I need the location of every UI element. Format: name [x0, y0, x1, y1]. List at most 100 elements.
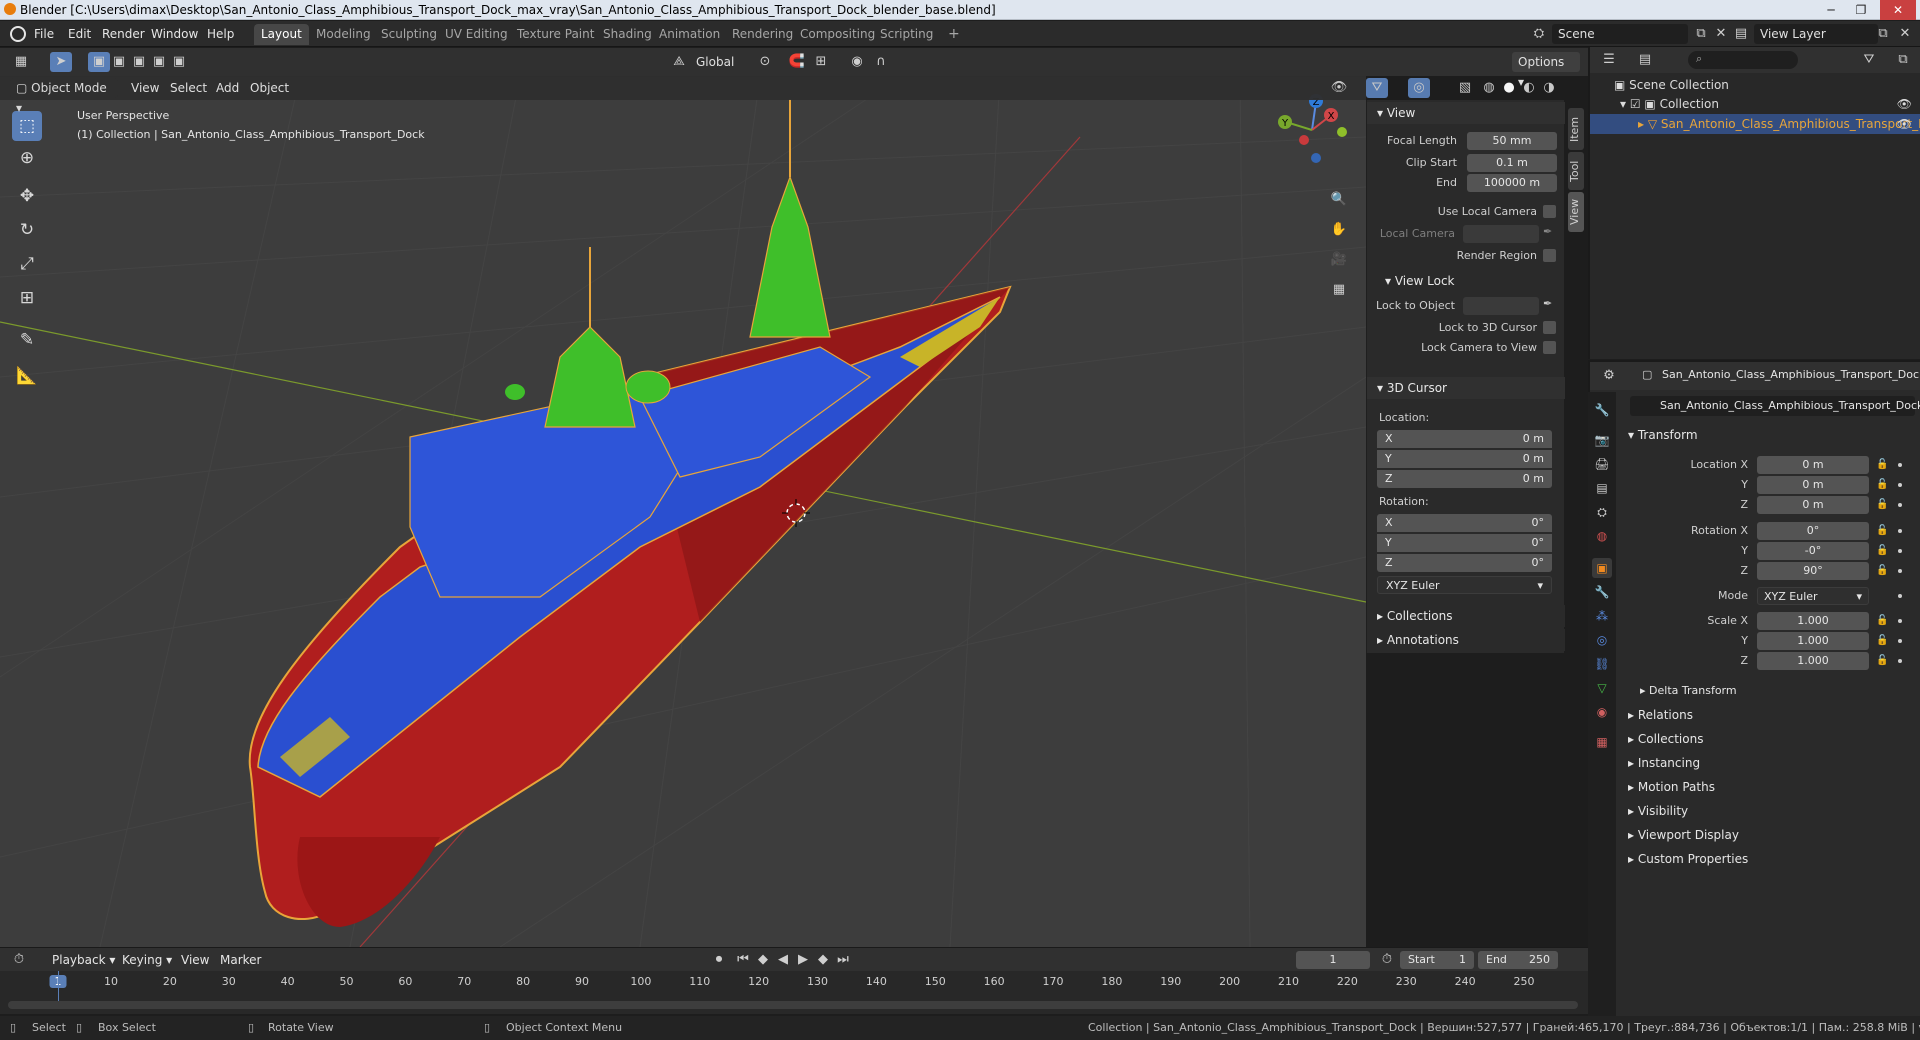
workspace-tab-uv-editing[interactable]: UV Editing	[438, 24, 515, 45]
select-mode-subtract-icon[interactable]: ▣	[128, 52, 150, 72]
preview-range-icon[interactable]: ⏱	[1376, 950, 1398, 970]
scene-icon[interactable]: ⛭	[1528, 24, 1550, 44]
ship-model[interactable]	[0, 77, 1366, 947]
panel-relations[interactable]: ▸ Relations	[1618, 704, 1918, 726]
lock-icon[interactable]: 🔓	[1876, 635, 1888, 647]
prev-keyframe-icon[interactable]: ◆	[752, 950, 774, 970]
delete-scene-icon[interactable]: ✕	[1710, 24, 1732, 44]
scene-selector[interactable]: Scene	[1552, 24, 1688, 44]
menu-file[interactable]: File	[34, 25, 54, 43]
lock-icon[interactable]: 🔓	[1876, 479, 1888, 491]
navigation-gizmo[interactable]: Z X Y	[1272, 90, 1352, 170]
workspace-tab-shading[interactable]: Shading	[596, 24, 659, 45]
cursor-tool[interactable]: ⊕	[12, 143, 42, 173]
rotate-tool[interactable]: ↻	[12, 215, 42, 245]
animate-property-icon[interactable]	[1898, 483, 1902, 487]
animate-property-icon[interactable]	[1898, 594, 1902, 598]
play-icon[interactable]: ▶	[792, 950, 814, 970]
snap-target-icon[interactable]: ⊞	[810, 52, 832, 72]
select-mode-intersect-icon[interactable]: ▣	[168, 52, 190, 72]
timeline-area[interactable]: 1102030405060708090100110120130140150160…	[0, 971, 1588, 1014]
jump-start-icon[interactable]: ⏮	[732, 950, 754, 970]
outliner-object-row[interactable]: ▸ ▽ San_Antonio_Class_Amphibious_Transpo…	[1590, 114, 1920, 134]
orientation-dropdown[interactable]: Global ▾	[690, 52, 746, 89]
annotations-section-header[interactable]: ▸ Annotations	[1367, 629, 1565, 651]
display-mode-icon[interactable]: ▤	[1634, 50, 1656, 70]
view-layer-tab-icon[interactable]: ▤	[1592, 478, 1612, 498]
cursor-location-y-field[interactable]: Y 0 m	[1377, 450, 1552, 468]
proportional-falloff-icon[interactable]: ∩	[870, 52, 892, 72]
menu-window[interactable]: Window	[151, 25, 198, 43]
timeline-menu-view[interactable]: View	[181, 951, 209, 969]
material-tab-icon[interactable]: ◉	[1592, 702, 1612, 722]
cursor-location-z-field[interactable]: Z 0 m	[1377, 470, 1552, 488]
animate-property-icon[interactable]	[1898, 569, 1902, 573]
animate-property-icon[interactable]	[1898, 463, 1902, 467]
workspace-tab-sculpting[interactable]: Sculpting	[374, 24, 444, 45]
particles-tab-icon[interactable]: ⁂	[1592, 606, 1612, 626]
camera-view-icon[interactable]: 🎥	[1328, 250, 1350, 270]
add-workspace-icon[interactable]: +	[948, 25, 960, 43]
select-mode-new-icon[interactable]: ▣	[88, 52, 110, 72]
shading-wireframe-icon[interactable]: ◍	[1478, 78, 1500, 98]
move-tool[interactable]: ✥	[12, 181, 42, 211]
blender-menu-icon[interactable]	[10, 26, 26, 42]
editor-type-icon[interactable]: ▦	[10, 52, 32, 72]
annotate-tool[interactable]: ✎	[12, 325, 42, 355]
overlays-toggle-icon[interactable]: ◎	[1408, 78, 1430, 98]
animate-property-icon[interactable]	[1898, 529, 1902, 533]
rotation-x-field[interactable]: 0°	[1757, 522, 1869, 540]
lock-icon[interactable]: 🔓	[1876, 545, 1888, 557]
lock-icon[interactable]: 🔓	[1876, 655, 1888, 667]
object-tab-icon[interactable]: ▣	[1592, 558, 1612, 578]
xray-toggle-icon[interactable]: ▧	[1454, 78, 1476, 98]
3d-viewport[interactable]: User Perspective (1) Collection | San_An…	[0, 77, 1366, 947]
pivot-point-icon[interactable]: ⊙	[754, 52, 776, 72]
world-tab-icon[interactable]: ◍	[1592, 526, 1612, 546]
menu-render[interactable]: Render	[102, 25, 145, 43]
cursor-rotation-z-field[interactable]: Z 0°	[1377, 554, 1552, 572]
viewport-menu-view[interactable]: View	[131, 79, 159, 97]
viewport-menu-object[interactable]: Object	[250, 79, 289, 97]
options-dropdown[interactable]: Options ▾	[1512, 52, 1580, 89]
timeline-menu-marker[interactable]: Marker	[220, 951, 261, 969]
proportional-edit-icon[interactable]: ◉	[846, 52, 868, 72]
panel-viewport-display[interactable]: ▸ Viewport Display	[1618, 824, 1918, 846]
viewport-menu-select[interactable]: Select	[170, 79, 207, 97]
object-name-field[interactable]: San_Antonio_Class_Amphibious_Transport_D…	[1630, 396, 1920, 416]
play-reverse-icon[interactable]: ◀	[772, 950, 794, 970]
collection-visibility-eye-icon[interactable]: 👁	[1897, 94, 1912, 114]
lock-icon[interactable]: 🔓	[1876, 499, 1888, 511]
rotation-mode-dropdown[interactable]: XYZ Euler ▾	[1757, 587, 1869, 605]
data-tab-icon[interactable]: ▽	[1592, 678, 1612, 698]
animate-property-icon[interactable]	[1898, 639, 1902, 643]
outliner-search-input[interactable]: ⌕	[1688, 51, 1798, 69]
tab-item[interactable]: Item	[1568, 108, 1584, 150]
view-layer-icon[interactable]: ▤	[1730, 24, 1752, 44]
cursor-rotation-y-field[interactable]: Y 0°	[1377, 534, 1552, 552]
scale-z-field[interactable]: 1.000	[1757, 652, 1869, 670]
cursor-rotation-x-field[interactable]: X 0°	[1377, 514, 1552, 532]
gizmo-toggle-icon[interactable]: ⛛	[1366, 78, 1388, 98]
new-collection-icon[interactable]: ⧉	[1892, 50, 1914, 70]
lock-icon[interactable]: 🔓	[1876, 565, 1888, 577]
panel-instancing[interactable]: ▸ Instancing	[1618, 752, 1918, 774]
zoom-icon[interactable]: 🔍	[1328, 190, 1350, 210]
menu-edit[interactable]: Edit	[68, 25, 91, 43]
tool-tab-icon[interactable]: 🔧	[1592, 400, 1612, 420]
transform-orientation-icon[interactable]: ⟁	[668, 52, 690, 72]
filter-icon[interactable]: ⛛	[1858, 50, 1880, 70]
shading-rendered-icon[interactable]: ◑	[1538, 78, 1560, 98]
timeline-menu-playback[interactable]: Playback ▾	[52, 951, 115, 969]
rotation-y-field[interactable]: -0°	[1757, 542, 1869, 560]
workspace-tab-scripting[interactable]: Scripting	[873, 24, 940, 45]
panel-visibility[interactable]: ▸ Visibility	[1618, 800, 1918, 822]
outliner-editor-icon[interactable]: ☰	[1598, 50, 1620, 70]
modifier-tab-icon[interactable]: 🔧	[1592, 582, 1612, 602]
clip-end-field[interactable]: 100000 m	[1467, 174, 1557, 192]
workspace-tab-compositing[interactable]: Compositing	[793, 24, 882, 45]
location-y-field[interactable]: 0 m	[1757, 476, 1869, 494]
lock-camera-to-view-checkbox[interactable]	[1543, 341, 1556, 354]
scale-tool[interactable]: ⤢	[12, 249, 42, 279]
transform-panel-header[interactable]: ▾ Transform	[1618, 424, 1918, 446]
